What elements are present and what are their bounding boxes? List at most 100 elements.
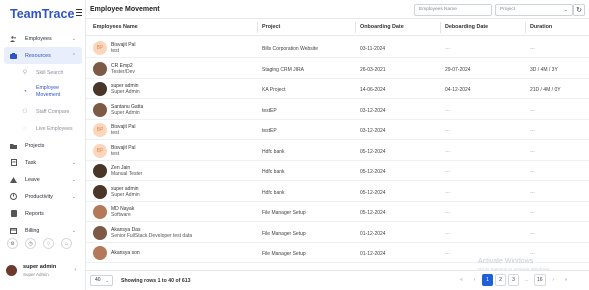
hamburger-menu-icon[interactable] bbox=[76, 9, 82, 16]
next-page-button[interactable]: › bbox=[547, 274, 559, 286]
deboarding-date-cell: --- bbox=[445, 148, 450, 155]
onboarding-date-cell: 01-12-2024 bbox=[360, 251, 386, 257]
task-icon bbox=[10, 159, 17, 166]
sidebar-item-label: Billing bbox=[25, 227, 40, 234]
sidebar-item-resources[interactable]: Resources ⌃ bbox=[4, 47, 82, 64]
chevron-down-icon: ⌄ bbox=[71, 177, 76, 183]
sidebar-subitem-label: Live Employees bbox=[36, 125, 73, 132]
employee-name: Akansya son bbox=[111, 250, 140, 256]
sidebar-nav: Employees ⌄ Resources ⌃ ⚲ Skill Search ◔… bbox=[0, 30, 86, 239]
table-row[interactable]: super admin Super Admin KA Project 14-06-20… bbox=[86, 79, 589, 99]
chevron-up-icon: ⌃ bbox=[71, 53, 76, 59]
sidebar-item-label: Employees bbox=[25, 35, 52, 42]
sidebar-subitem-staff-compare[interactable]: ⚇ Staff Compare bbox=[0, 103, 86, 120]
onboarding-date-cell: 05-12-2024 bbox=[360, 189, 386, 196]
sidebar-item-productivity[interactable]: Productivity ⌄ bbox=[0, 188, 86, 205]
project-cell: testEP bbox=[262, 128, 277, 134]
chevron-right-icon: › bbox=[74, 267, 76, 273]
deboarding-date-cell: --- bbox=[445, 46, 450, 52]
table-row[interactable]: BP Bisvajit Pal test Hdfc bank 05-12-2024 ---… bbox=[86, 141, 589, 161]
table-row[interactable]: Santanu Gatta Super Admin testEP 03-12-2024… bbox=[86, 100, 589, 120]
pagination: « ‹ 1 2 3 ... 16 › » bbox=[456, 274, 572, 286]
project-cell: File Manager Setup bbox=[262, 210, 306, 216]
avatar bbox=[93, 205, 107, 219]
table-row[interactable]: Zen Jain Manual Tester Hdfc bank 05-12-2024… bbox=[86, 161, 589, 181]
users-icon bbox=[10, 35, 17, 42]
chevron-down-icon: ⌄ bbox=[563, 7, 568, 13]
column-divider bbox=[525, 22, 526, 33]
employee-search-input[interactable]: Employees Name bbox=[414, 4, 492, 16]
skill-search-icon: ⚲ bbox=[22, 70, 28, 76]
project-cell: KA Project bbox=[262, 87, 286, 93]
employee-cell: BP Bisvajit Pal test bbox=[93, 123, 135, 137]
sidebar-item-label: Productivity bbox=[25, 193, 53, 200]
page-button-3[interactable]: 3 bbox=[508, 274, 519, 286]
live-employees-icon: ◌ bbox=[23, 125, 27, 132]
project-cell: Hdfc bank bbox=[262, 189, 285, 196]
page-button-16[interactable]: 16 bbox=[534, 274, 546, 286]
lock-icon[interactable]: ⌂ bbox=[61, 238, 72, 249]
column-header-onboarding[interactable]: Onboarding Date bbox=[360, 24, 404, 30]
refresh-button[interactable]: ↻ bbox=[573, 4, 585, 16]
prev-page-button[interactable]: ‹ bbox=[469, 274, 480, 286]
sidebar-item-billing[interactable]: Billing ⌄ bbox=[0, 222, 86, 239]
first-page-button[interactable]: « bbox=[456, 274, 467, 286]
onboarding-date-cell: 03-12-2024 bbox=[360, 107, 386, 114]
avatar bbox=[93, 82, 107, 96]
clock-icon[interactable]: ◷ bbox=[25, 238, 36, 249]
column-header-duration[interactable]: Duration bbox=[530, 24, 552, 30]
project-cell: testEP bbox=[262, 107, 277, 114]
column-header-employee[interactable]: Employees Name bbox=[93, 24, 138, 30]
sidebar-item-reports[interactable]: Reports bbox=[0, 205, 86, 222]
sidebar-item-task[interactable]: Task ⌄ bbox=[0, 154, 86, 171]
column-header-project[interactable]: Project bbox=[262, 24, 280, 30]
windows-activation-watermark: Activate Windows bbox=[478, 258, 534, 265]
avatar bbox=[93, 225, 107, 240]
resources-icon bbox=[10, 52, 17, 59]
sidebar-item-leave[interactable]: Leave ⌄ bbox=[0, 171, 86, 188]
table-row[interactable]: CR Emp2 Tester/Dev Staging CRM JIRA 26-03-2… bbox=[86, 59, 589, 79]
table-row[interactable]: BP Bisvajit Pal test testEP 03-12-2024 --- --- bbox=[86, 120, 589, 140]
page-header: Employee Movement Employees Name Project… bbox=[86, 0, 589, 19]
sidebar-subitem-skill-search[interactable]: ⚲ Skill Search bbox=[0, 64, 86, 81]
duration-cell: --- bbox=[530, 128, 535, 134]
chevron-down-icon: ⌄ bbox=[71, 36, 76, 42]
onboarding-date-cell: 14-06-2024 bbox=[360, 87, 386, 93]
deboarding-date-cell: --- bbox=[445, 210, 450, 216]
avatar bbox=[93, 102, 107, 117]
employee-name: Bisvajit Pal bbox=[111, 144, 136, 151]
deboarding-date-cell: 29-07-2024 bbox=[445, 66, 471, 73]
sidebar-item-projects[interactable]: Projects bbox=[0, 137, 86, 154]
onboarding-date-cell: 05-12-2024 bbox=[360, 210, 386, 216]
avatar bbox=[93, 184, 107, 199]
table-row[interactable]: super admin Super Admin Hdfc bank 05-12-202… bbox=[86, 182, 589, 202]
duration-cell: 3D / 4M / 3Y bbox=[530, 66, 558, 73]
sidebar-subitem-label: Staff Compare bbox=[36, 108, 70, 115]
brand-logo[interactable]: TeamTrace bbox=[10, 7, 74, 21]
table-row[interactable]: Akansya Das Senior FullStack Developer te… bbox=[86, 223, 589, 243]
column-header-deboarding[interactable]: Deboarding Date bbox=[445, 24, 488, 30]
duration-cell: --- bbox=[530, 148, 535, 155]
last-page-button[interactable]: » bbox=[560, 274, 572, 286]
project-select[interactable]: Project ⌄ bbox=[495, 4, 573, 16]
employee-movement-table: Employees Name Project Onboarding Date D… bbox=[86, 19, 589, 270]
table-row[interactable]: MD Nayak Software File Manager Setup 05-12-… bbox=[86, 202, 589, 222]
avatar bbox=[93, 164, 107, 178]
table-row[interactable]: BP Bisvajit Pal test Bills Corporation Webs… bbox=[86, 38, 589, 58]
project-cell: Hdfc bank bbox=[262, 148, 285, 155]
rows-per-page-select[interactable]: 40 ⌄ bbox=[90, 275, 113, 286]
page-button-1[interactable]: 1 bbox=[482, 274, 493, 286]
settings-icon[interactable]: ⚙ bbox=[7, 238, 18, 249]
sidebar-subitem-live-employees[interactable]: ◌ Live Employees bbox=[0, 120, 86, 137]
employee-cell: BP Bisvajit Pal test bbox=[93, 41, 135, 55]
notification-icon[interactable]: ♢ bbox=[43, 238, 54, 249]
productivity-icon bbox=[10, 193, 17, 200]
onboarding-date-cell: 05-12-2024 bbox=[360, 148, 386, 155]
sidebar-subitem-employee-movement[interactable]: ◔ Employee Movement bbox=[0, 81, 86, 103]
chevron-down-icon: ⌄ bbox=[71, 160, 76, 166]
sidebar-item-employees[interactable]: Employees ⌄ bbox=[0, 30, 86, 47]
page-button-2[interactable]: 2 bbox=[495, 274, 506, 286]
employee-role: Super Admin bbox=[111, 89, 140, 95]
user-profile[interactable]: super admin Super Admin › bbox=[6, 257, 80, 284]
employee-role: test bbox=[111, 130, 120, 136]
